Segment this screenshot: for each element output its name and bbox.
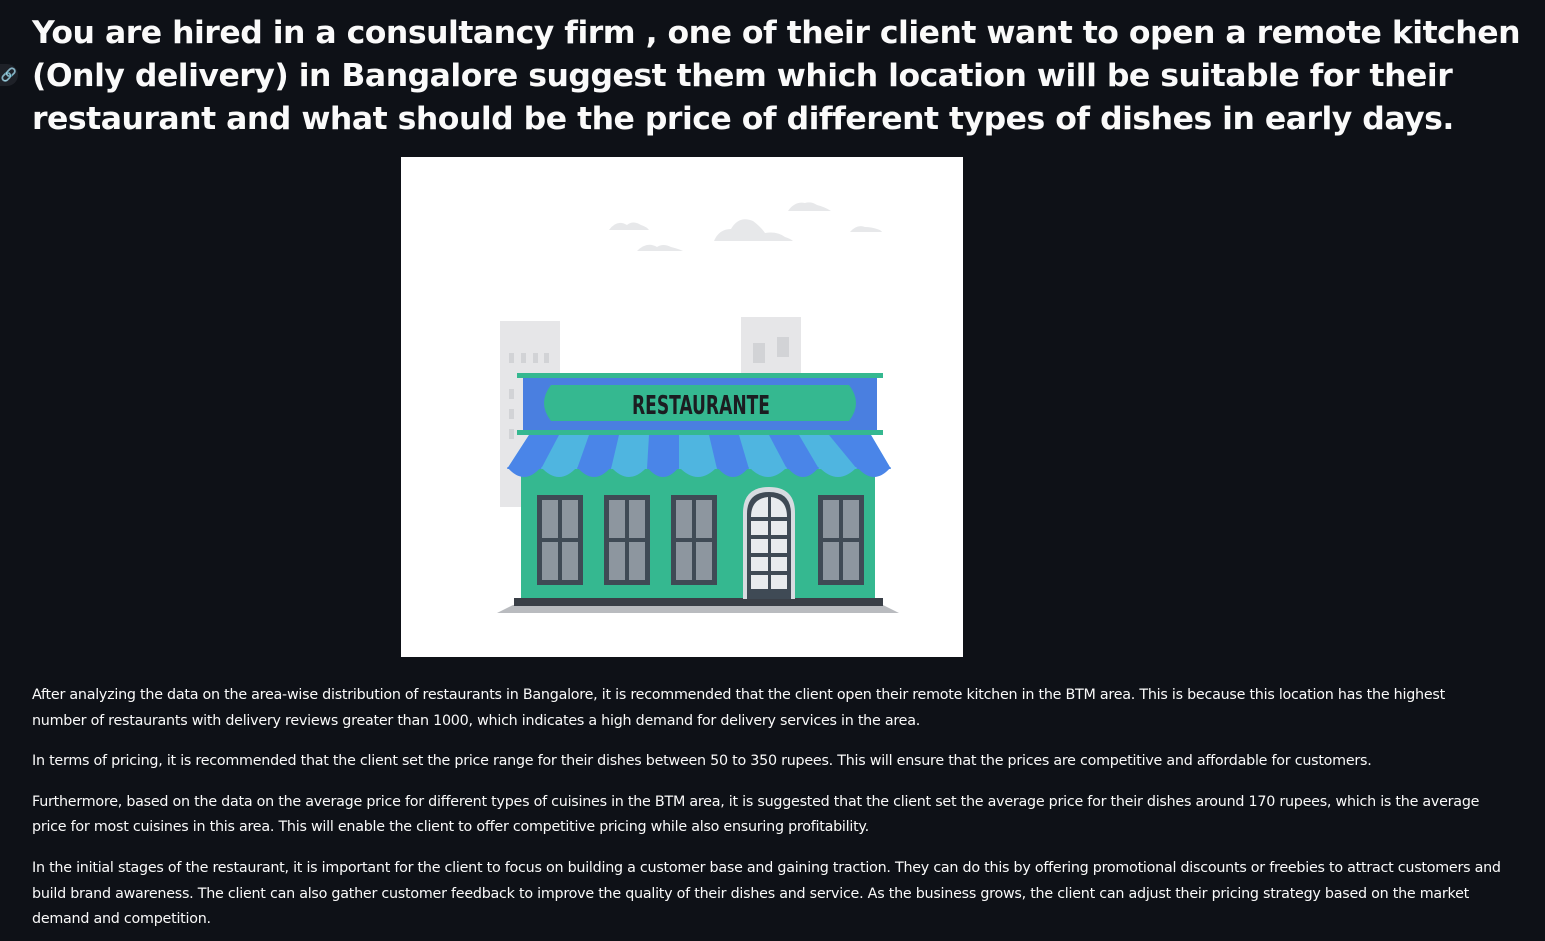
link-icon[interactable]: 🔗	[0, 64, 18, 86]
restaurant-illustration: RESTAURANTE	[401, 157, 963, 657]
paragraph-location: After analyzing the data on the area-wis…	[32, 687, 1445, 729]
recommendation-text: After analyzing the data on the area-wis…	[32, 683, 1502, 941]
paragraph-initial-stages: In the initial stages of the restaurant,…	[32, 859, 1501, 928]
clouds	[609, 202, 882, 251]
paragraph-average-price: Furthermore, based on the data on the av…	[32, 793, 1480, 836]
page-title: You are hired in a consultancy firm , on…	[32, 15, 1521, 137]
ground-shadow	[497, 605, 899, 613]
restaurant-storefront-image: RESTAURANTE	[497, 202, 899, 613]
shop-door	[743, 487, 795, 599]
shop-awning	[507, 435, 891, 477]
background-building-right	[741, 317, 801, 377]
sign-text: RESTAURANTE	[632, 391, 770, 421]
shop-base	[514, 598, 883, 606]
paragraph-pricing: In terms of pricing, it is recommended t…	[32, 753, 1372, 770]
